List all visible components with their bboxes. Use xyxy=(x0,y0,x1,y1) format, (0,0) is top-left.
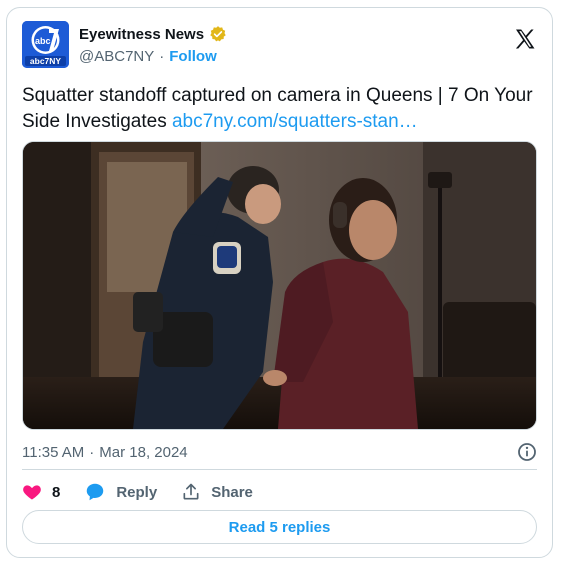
handle[interactable]: @ABC7NY xyxy=(79,48,154,65)
verified-badge-icon xyxy=(209,25,227,43)
tweet-media-image[interactable] xyxy=(22,141,537,430)
svg-text:abc: abc xyxy=(35,36,51,46)
share-label: Share xyxy=(211,483,253,501)
x-logo-icon[interactable] xyxy=(513,27,537,51)
share-button[interactable]: Share xyxy=(181,482,253,502)
tweet-text: Squatter standoff captured on camera in … xyxy=(22,83,537,135)
tweet-card: abc abc7NY Eyewitness News @ABC7NY · Fol… xyxy=(6,7,553,558)
like-count: 8 xyxy=(52,483,61,501)
info-icon[interactable] xyxy=(517,442,537,462)
like-button[interactable]: 8 xyxy=(22,482,60,502)
heart-icon xyxy=(23,485,41,500)
avatar[interactable]: abc abc7NY xyxy=(22,21,69,68)
tweet-date[interactable]: Mar 18, 2024 xyxy=(99,444,187,461)
reply-label: Reply xyxy=(116,483,158,501)
tweet-header: abc abc7NY Eyewitness News @ABC7NY · Fol… xyxy=(22,21,540,73)
tweet-time[interactable]: 11:35 AM xyxy=(22,444,84,461)
tweet-link[interactable]: abc7ny.com/squatters-stan… xyxy=(172,111,418,132)
media-photo xyxy=(23,142,536,429)
reply-button[interactable]: Reply xyxy=(84,481,157,503)
follow-button[interactable]: Follow xyxy=(169,48,217,65)
reply-bubble-icon xyxy=(87,483,104,501)
tweet-meta: 11:35 AM · Mar 18, 2024 xyxy=(22,441,537,463)
tweet-actions: 8 Reply Share xyxy=(22,480,277,504)
separator-dot: · xyxy=(159,47,165,65)
divider xyxy=(22,469,537,470)
share-upload-icon xyxy=(183,483,199,500)
abc7ny-logo-icon: abc abc7NY xyxy=(22,21,69,68)
read-replies-button[interactable]: Read 5 replies xyxy=(22,510,537,544)
avatar-label: abc7NY xyxy=(30,56,62,66)
separator-dot: · xyxy=(89,443,95,461)
handle-row: @ABC7NY · Follow xyxy=(79,46,217,66)
display-name[interactable]: Eyewitness News xyxy=(79,26,204,43)
name-row: Eyewitness News xyxy=(79,24,227,44)
